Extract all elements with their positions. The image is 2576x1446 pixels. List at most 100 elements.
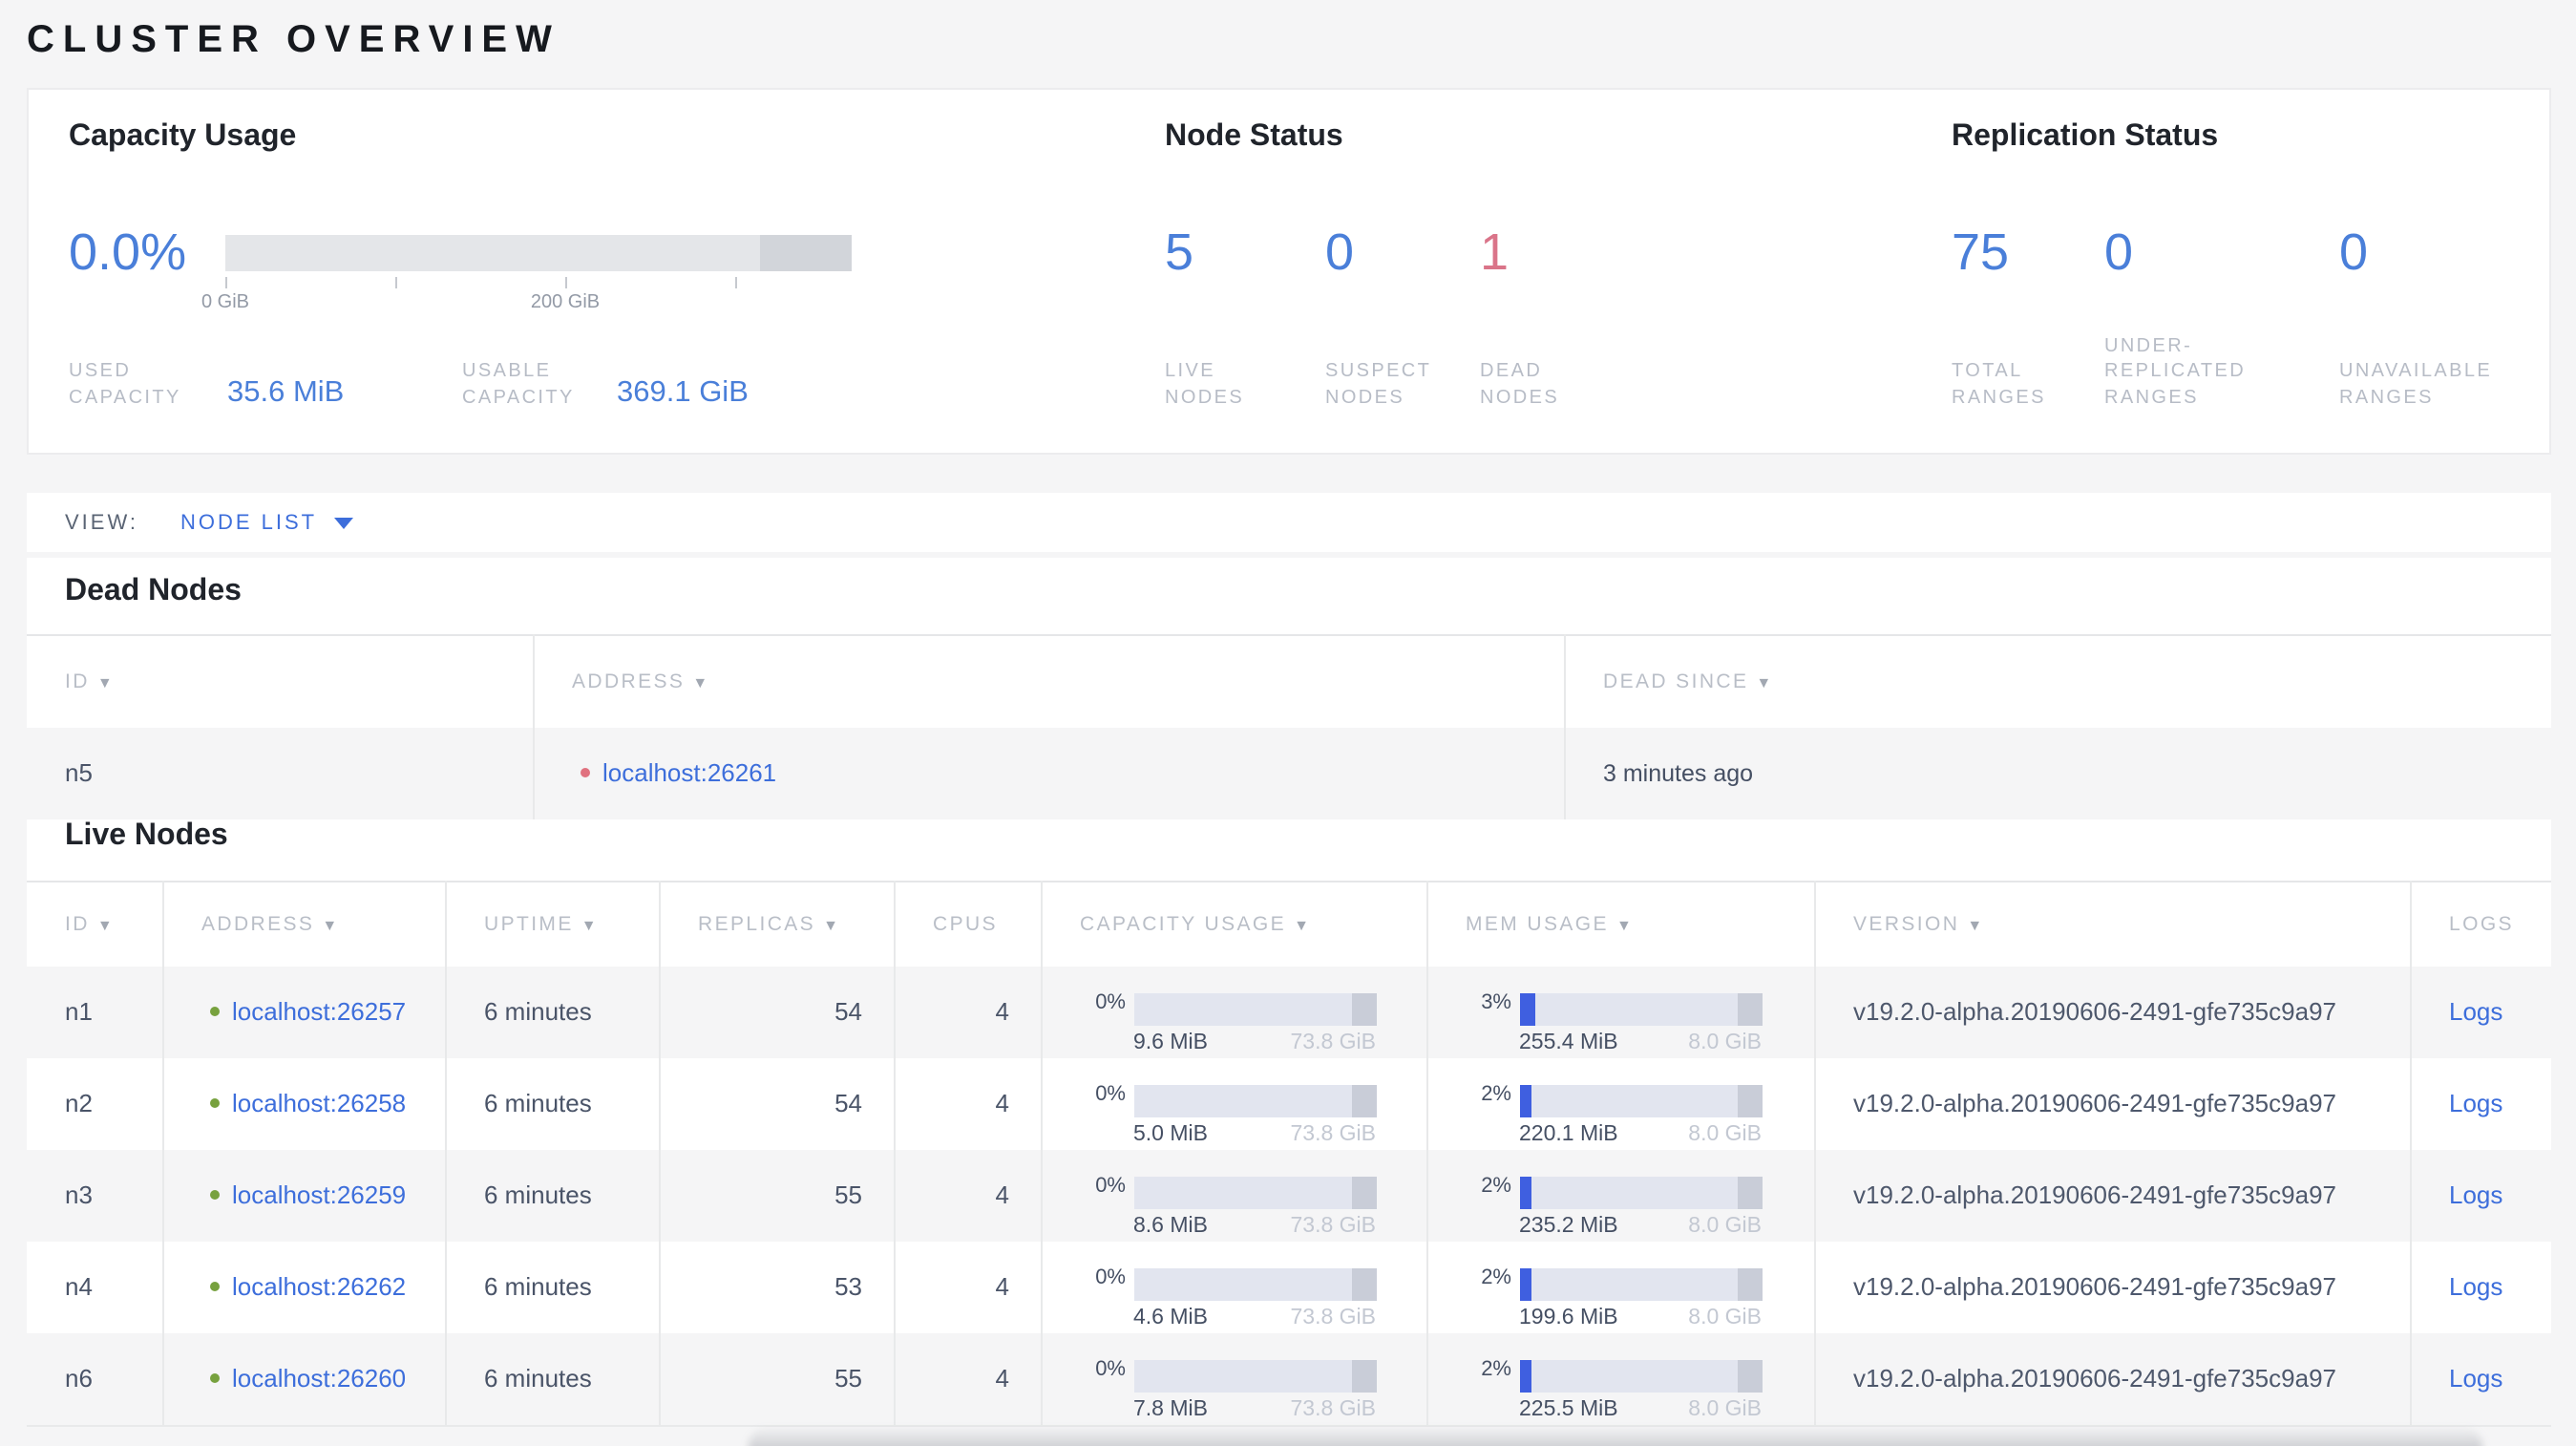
logs-link[interactable]: Logs	[2449, 1272, 2502, 1301]
capacity-used-value: 8.6 MiB	[1133, 1214, 1208, 1237]
dead-status-dot-icon	[580, 768, 589, 777]
uptime-cell: 6 minutes	[445, 1241, 660, 1332]
live-col-address[interactable]: ADDRESS ▼	[162, 882, 446, 966]
under-replicated-label: UNDER- REPLICATED RANGES	[2104, 335, 2247, 408]
bottom-edge-shadow	[749, 1429, 2482, 1446]
node-address-link[interactable]: localhost:26261	[602, 758, 776, 787]
usable-capacity-label: USABLE CAPACITY	[462, 361, 575, 408]
logs-link[interactable]: Logs	[2449, 1180, 2502, 1209]
live-col-replicas[interactable]: REPLICAS ▼	[659, 882, 895, 966]
view-selector-bar: VIEW: NODE LIST	[27, 493, 2551, 552]
logs-link[interactable]: Logs	[2449, 1364, 2502, 1393]
node-address-link[interactable]: localhost:26258	[232, 1089, 406, 1117]
replicas-cell: 53	[659, 1241, 895, 1332]
logs-cell: Logs	[2410, 1241, 2551, 1332]
capacity-total-value: 73.8 GiB	[1290, 1122, 1377, 1145]
live-col-mem[interactable]: MEM USAGE ▼	[1426, 882, 1815, 966]
dead-col-dead-since[interactable]: DEAD SINCE ▼	[1564, 635, 2551, 727]
capacity-usage-cell: 0% 5.0 MiB 73.8 GiB	[1041, 1057, 1427, 1149]
table-row: n4 localhost:26262 6 minutes 53 4 0% 4.6…	[27, 1241, 2551, 1332]
capacity-usage-cell: 0% 8.6 MiB 73.8 GiB	[1041, 1149, 1427, 1241]
version-cell: v19.2.0-alpha.20190606-2491-gfe735c9a97	[1814, 1241, 2411, 1332]
cpus-cell: 4	[894, 1149, 1042, 1241]
node-address-link[interactable]: localhost:26259	[232, 1180, 406, 1209]
under-replicated-count: 0	[2104, 223, 2134, 281]
capacity-meter-bar	[1133, 1084, 1376, 1116]
node-address-cell: localhost:26257	[162, 966, 446, 1057]
node-id-cell: n1	[27, 966, 163, 1057]
live-nodes-count: 5	[1165, 223, 1194, 281]
node-address-cell: localhost:26261	[533, 727, 1565, 819]
axis-tick-label: 200 GiB	[530, 292, 601, 313]
live-nodes-heading: Live Nodes	[65, 819, 228, 852]
version-cell: v19.2.0-alpha.20190606-2491-gfe735c9a97	[1814, 1149, 2411, 1241]
uptime-cell: 6 minutes	[445, 1057, 660, 1149]
capacity-total-value: 73.8 GiB	[1290, 1306, 1377, 1329]
mem-total-value: 8.0 GiB	[1688, 1306, 1762, 1329]
live-col-id[interactable]: ID ▼	[27, 882, 163, 966]
node-status-title: Node Status	[1165, 120, 1343, 153]
replication-status-panel: Replication Status 75 0 0 TOTAL RANGES U…	[1952, 90, 2563, 453]
capacity-percent-label: 0%	[1095, 1082, 1126, 1105]
logs-cell: Logs	[2410, 1332, 2551, 1425]
mem-used-value: 199.6 MiB	[1519, 1306, 1618, 1329]
total-ranges-label: TOTAL RANGES	[1952, 361, 2046, 408]
live-nodes-label: LIVE NODES	[1165, 361, 1245, 408]
live-col-version[interactable]: VERSION ▼	[1814, 882, 2411, 966]
live-status-dot-icon	[209, 1007, 219, 1016]
used-capacity-label: USED CAPACITY	[69, 361, 181, 408]
live-col-uptime[interactable]: UPTIME ▼	[445, 882, 660, 966]
mem-percent-label: 2%	[1481, 1082, 1511, 1105]
mem-meter-bar	[1519, 992, 1762, 1025]
unavailable-ranges-label: UNAVAILABLE RANGES	[2339, 361, 2493, 408]
dead-nodes-table: ID ▼ ADDRESS ▼ DEAD SINCE ▼ n5 localhost:26…	[27, 634, 2551, 819]
view-dropdown[interactable]: NODE LIST	[180, 511, 354, 534]
live-col-capacity[interactable]: CAPACITY USAGE ▼	[1041, 882, 1427, 966]
mem-total-value: 8.0 GiB	[1688, 1214, 1762, 1237]
node-address-cell: localhost:26260	[162, 1332, 446, 1425]
live-status-dot-icon	[209, 1098, 219, 1108]
live-status-dot-icon	[209, 1282, 219, 1291]
suspect-nodes-label: SUSPECT NODES	[1325, 361, 1432, 408]
mem-used-value: 255.4 MiB	[1519, 1031, 1618, 1053]
dead-nodes-heading: Dead Nodes	[65, 575, 242, 607]
cluster-summary-card: Capacity Usage 0.0% 0 GiB 200 GiB USED C…	[27, 88, 2551, 455]
table-row: n3 localhost:26259 6 minutes 55 4 0% 8.6…	[27, 1149, 2551, 1241]
logs-link[interactable]: Logs	[2449, 1089, 2502, 1117]
mem-used-value: 225.5 MiB	[1519, 1397, 1618, 1420]
uptime-cell: 6 minutes	[445, 1332, 660, 1425]
capacity-total-value: 73.8 GiB	[1290, 1031, 1377, 1053]
sort-arrow-icon: ▼	[1967, 916, 1985, 934]
capacity-used-value: 4.6 MiB	[1133, 1306, 1208, 1329]
node-address-link[interactable]: localhost:26262	[232, 1272, 406, 1301]
node-address-link[interactable]: localhost:26257	[232, 997, 406, 1026]
node-id-cell: n4	[27, 1241, 163, 1332]
table-row: n1 localhost:26257 6 minutes 54 4 0% 9.6…	[27, 966, 2551, 1057]
sort-arrow-icon: ▼	[1756, 673, 1774, 691]
capacity-used-value: 7.8 MiB	[1133, 1397, 1208, 1420]
dead-col-id[interactable]: ID ▼	[27, 635, 534, 727]
mem-total-value: 8.0 GiB	[1688, 1397, 1762, 1420]
uptime-cell: 6 minutes	[445, 966, 660, 1057]
node-address-link[interactable]: localhost:26260	[232, 1364, 406, 1393]
unavailable-count: 0	[2339, 223, 2369, 281]
capacity-percent-label: 0%	[1095, 1265, 1126, 1288]
mem-meter-fill	[1519, 1084, 1531, 1116]
replication-status-title: Replication Status	[1952, 120, 2219, 153]
axis-tick	[565, 277, 567, 288]
mem-meter-bar	[1519, 1359, 1762, 1392]
node-id-cell: n2	[27, 1057, 163, 1149]
mem-meter-fill	[1519, 1267, 1531, 1300]
table-row: n5 localhost:26261 3 minutes ago	[27, 727, 2551, 819]
replicas-cell: 55	[659, 1149, 895, 1241]
dead-col-address[interactable]: ADDRESS ▼	[533, 635, 1565, 727]
logs-link[interactable]: Logs	[2449, 997, 2502, 1026]
sort-arrow-icon: ▼	[322, 916, 340, 934]
mem-percent-label: 2%	[1481, 1357, 1511, 1380]
node-address-cell: localhost:26262	[162, 1241, 446, 1332]
mem-usage-cell: 3% 255.4 MiB 8.0 GiB	[1426, 966, 1815, 1057]
capacity-meter-bar	[1133, 1267, 1376, 1300]
capacity-meter-bar	[1133, 992, 1376, 1025]
chevron-down-icon	[334, 517, 354, 528]
capacity-meter-bar	[1133, 1359, 1376, 1392]
